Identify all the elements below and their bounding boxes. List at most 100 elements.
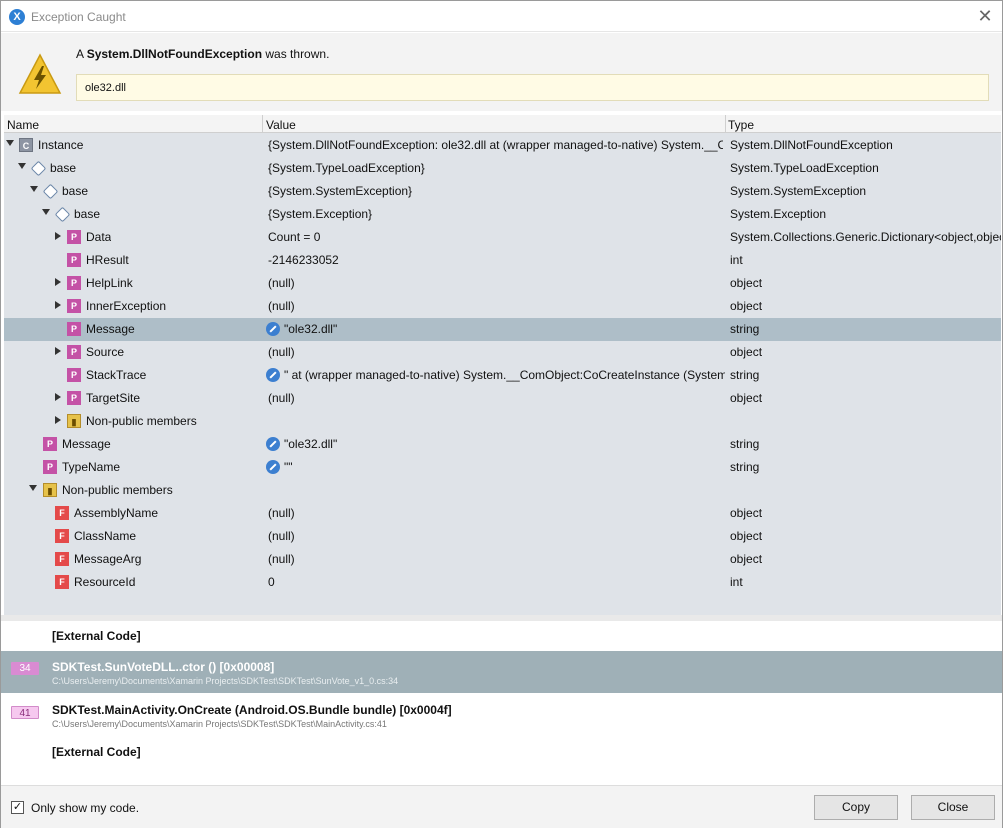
grid-row-helplink[interactable]: P HelpLink (null) object [4, 272, 1001, 295]
row-name: InnerException [86, 299, 167, 313]
title-bar: X Exception Caught ✕ [1, 1, 1002, 32]
base-class-icon [30, 160, 47, 177]
external-code-label: [External Code] [52, 629, 141, 643]
expand-arrow-icon[interactable] [55, 416, 61, 424]
private-field-icon: F [55, 529, 69, 543]
row-value: " at (wrapper managed-to-native) System.… [284, 368, 725, 382]
row-value-cell: " at (wrapper managed-to-native) System.… [266, 368, 725, 382]
window-title: Exception Caught [31, 10, 126, 24]
stack-frame-external[interactable]: [External Code] [1, 627, 1002, 649]
grid-row-message-selected[interactable]: P Message "ole32.dll" string [4, 318, 1001, 341]
grid-row-classname[interactable]: F ClassName (null) object [4, 525, 1001, 548]
column-separator[interactable] [725, 115, 726, 133]
row-value: (null) [268, 276, 295, 290]
grid-row-base[interactable]: base {System.SystemException} System.Sys… [4, 180, 1001, 203]
only-my-code-checkbox[interactable]: ✓ [11, 801, 24, 814]
row-value: {System.Exception} [268, 207, 373, 221]
edit-pencil-icon[interactable] [266, 368, 280, 382]
stack-frame[interactable]: 41 SDKTest.MainActivity.OnCreate (Androi… [1, 695, 1002, 733]
grid-row-resourceid[interactable]: F ResourceId 0 int [4, 571, 1001, 594]
xamarin-logo-icon: X [9, 9, 25, 25]
row-name: Message [62, 437, 111, 451]
expand-arrow-icon[interactable] [55, 301, 61, 309]
property-icon: P [67, 345, 81, 359]
exception-suffix: was thrown. [262, 47, 330, 61]
row-type: object [730, 345, 763, 359]
stack-frame-selected[interactable]: 34 SDKTest.SunVoteDLL..ctor () [0x00008]… [1, 651, 1002, 693]
property-icon: P [67, 230, 81, 244]
row-type: object [730, 391, 763, 405]
grid-header: Name Value Type [4, 115, 1001, 133]
row-value: {System.SystemException} [268, 184, 413, 198]
property-icon: P [67, 322, 81, 336]
grid-row-source[interactable]: P Source (null) object [4, 341, 1001, 364]
grid-row-targetsite[interactable]: P TargetSite (null) object [4, 387, 1001, 410]
row-value: (null) [268, 552, 295, 566]
row-value: "" [284, 460, 293, 474]
exception-dialog: X Exception Caught ✕ A System.DllNotFoun… [0, 0, 1003, 828]
grid-row-innerexception[interactable]: P InnerException (null) object [4, 295, 1001, 318]
copy-button[interactable]: Copy [814, 795, 898, 820]
collapse-arrow-icon[interactable] [18, 163, 26, 169]
row-type: System.SystemException [730, 184, 867, 198]
row-name: Data [86, 230, 112, 244]
column-value-header[interactable]: Value [266, 118, 296, 132]
field-icon: F [55, 575, 69, 589]
expand-arrow-icon[interactable] [55, 232, 61, 240]
row-value-cell: "" [266, 460, 293, 474]
row-value: (null) [268, 345, 295, 359]
property-icon: P [43, 460, 57, 474]
grid-row-messagearg[interactable]: F MessageArg (null) object [4, 548, 1001, 571]
edit-pencil-icon[interactable] [266, 437, 280, 451]
row-value: Count = 0 [268, 230, 321, 244]
grid-row-base[interactable]: base {System.Exception} System.Exception [4, 203, 1001, 226]
expand-arrow-icon[interactable] [55, 278, 61, 286]
row-name: Message [86, 322, 135, 336]
column-name-header[interactable]: Name [7, 118, 39, 132]
collapse-arrow-icon[interactable] [42, 209, 50, 215]
row-type: string [730, 368, 760, 382]
column-separator[interactable] [262, 115, 263, 133]
expand-arrow-icon[interactable] [55, 347, 61, 355]
row-name: ResourceId [74, 575, 136, 589]
grid-row-instance[interactable]: C Instance {System.DllNotFoundException:… [4, 134, 1001, 157]
window-close-button[interactable]: ✕ [974, 5, 996, 27]
row-type: System.DllNotFoundException [730, 138, 893, 152]
only-my-code-label[interactable]: Only show my code. [31, 801, 139, 815]
expand-arrow-icon[interactable] [55, 393, 61, 401]
close-button[interactable]: Close [911, 795, 995, 820]
edit-pencil-icon[interactable] [266, 460, 280, 474]
grid-row-base[interactable]: base {System.TypeLoadException} System.T… [4, 157, 1001, 180]
edit-pencil-icon[interactable] [266, 322, 280, 336]
column-type-header[interactable]: Type [728, 118, 754, 132]
row-name: StackTrace [86, 368, 147, 382]
grid-row-stacktrace[interactable]: P StackTrace " at (wrapper managed-to-na… [4, 364, 1001, 387]
grid-row-typename[interactable]: P TypeName "" string [4, 456, 1001, 479]
row-value: "ole32.dll" [284, 437, 338, 451]
grid-row-message[interactable]: P Message "ole32.dll" string [4, 433, 1001, 456]
collapse-arrow-icon[interactable] [30, 186, 38, 192]
row-value-cell: "ole32.dll" [266, 322, 337, 336]
grid-row-assemblyname[interactable]: F AssemblyName (null) object [4, 502, 1001, 525]
row-type: object [730, 529, 763, 543]
grid-row-hresult[interactable]: P HResult -2146233052 int [4, 249, 1001, 272]
row-value: {System.DllNotFoundException: ole32.dll … [268, 138, 723, 152]
row-value: -2146233052 [268, 253, 339, 267]
exception-message-box[interactable]: ole32.dll [76, 74, 989, 101]
row-name: Instance [38, 138, 84, 152]
stack-frame-external[interactable]: [External Code] [1, 743, 1002, 765]
property-icon: P [67, 391, 81, 405]
grid-row-data[interactable]: P Data Count = 0 System.Collections.Gene… [4, 226, 1001, 249]
collapse-arrow-icon[interactable] [6, 140, 14, 146]
exception-properties-grid: Name Value Type C Instance {System.DllNo… [4, 115, 1001, 615]
collapse-arrow-icon[interactable] [29, 485, 37, 491]
grid-row-nonpublic[interactable]: ▮ Non-public members [4, 479, 1001, 502]
base-class-icon [42, 183, 59, 200]
row-name: TypeName [62, 460, 121, 474]
row-value: (null) [268, 506, 295, 520]
grid-row-nonpublic[interactable]: ▮ Non-public members [4, 410, 1001, 433]
property-icon: P [67, 299, 81, 313]
row-type: object [730, 506, 763, 520]
row-name: HelpLink [86, 276, 133, 290]
row-value: (null) [268, 391, 295, 405]
